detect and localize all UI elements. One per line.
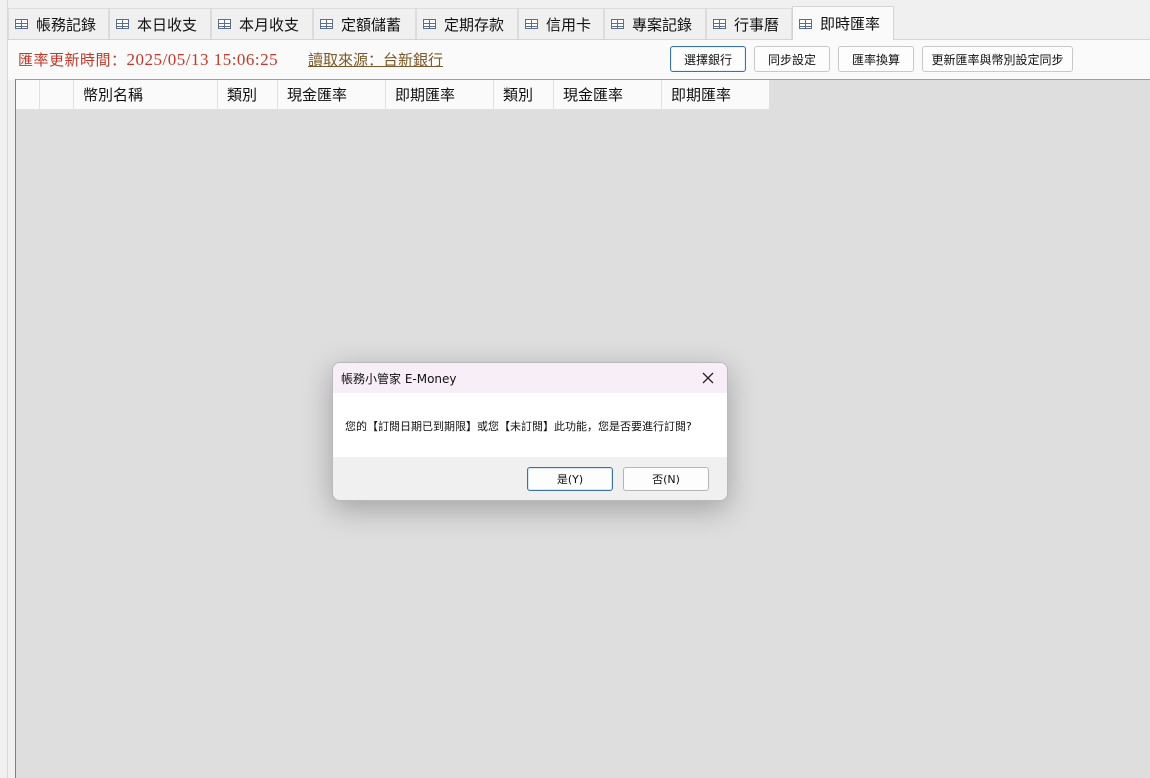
table-icon: [218, 19, 231, 29]
dialog-title-bar[interactable]: 帳務小管家 E-Money: [333, 363, 727, 393]
table-icon: [423, 19, 436, 29]
grid-header-spot-rate-2[interactable]: 即期匯率: [662, 80, 770, 110]
table-icon: [525, 19, 538, 29]
tab-label: 即時匯率: [820, 15, 881, 33]
tab-time-deposit[interactable]: 定期存款: [416, 8, 518, 39]
rate-update-label: 匯率更新時間：: [18, 51, 127, 69]
tab-fixed-savings[interactable]: 定額儲蓄: [313, 8, 416, 39]
table-icon: [320, 19, 333, 29]
no-button[interactable]: 否(N): [623, 467, 709, 491]
table-icon: [611, 19, 624, 29]
grid-header-spot-rate[interactable]: 即期匯率: [386, 80, 494, 110]
grid-header-cash-rate[interactable]: 現金匯率: [278, 80, 386, 110]
tab-label: 信用卡: [546, 15, 592, 34]
rate-update-time: 匯率更新時間：2025/05/13 15:06:25: [18, 49, 278, 70]
tab-label: 本日收支: [137, 15, 198, 34]
tab-month-income-expense[interactable]: 本月收支: [211, 8, 313, 39]
grid-header-type[interactable]: 類別: [218, 80, 278, 110]
dialog-title: 帳務小管家 E-Money: [341, 372, 457, 386]
tab-label: 行事曆: [734, 15, 780, 34]
rate-source-link[interactable]: 讀取來源：台新銀行: [308, 49, 443, 70]
window-left-border: [0, 0, 8, 778]
grid-header-currency-name[interactable]: 幣別名稱: [74, 80, 218, 110]
tab-label: 定期存款: [444, 15, 505, 34]
subscription-dialog: 帳務小管家 E-Money 您的【訂閱日期已到期限】或您【未訂閱】此功能，您是否…: [332, 362, 728, 501]
dialog-body: 您的【訂閱日期已到期限】或您【未訂閱】此功能，您是否要進行訂閱?: [333, 393, 727, 457]
table-icon: [799, 18, 812, 29]
rate-toolbar: 匯率更新時間：2025/05/13 15:06:25 讀取來源：台新銀行 選擇銀…: [8, 39, 1150, 80]
sync-settings-button[interactable]: 同步設定: [754, 46, 830, 72]
dialog-message: 您的【訂閱日期已到期限】或您【未訂閱】此功能，您是否要進行訂閱?: [345, 420, 692, 433]
yes-button[interactable]: 是(Y): [527, 467, 613, 491]
table-icon: [116, 19, 129, 29]
tab-label: 帳務記錄: [36, 15, 97, 34]
tab-label: 本月收支: [239, 15, 300, 34]
table-icon: [15, 19, 28, 29]
dialog-footer: 是(Y) 否(N): [333, 457, 727, 500]
tab-label: 定額儲蓄: [341, 15, 402, 34]
tab-label: 專案記錄: [632, 15, 693, 34]
grid-header-row-selector[interactable]: [16, 80, 40, 110]
tab-bar: 帳務記錄 本日收支 本月收支 定額儲蓄 定期存款 信用卡 專案記錄 行事曆 即時…: [8, 6, 1150, 40]
tab-calendar[interactable]: 行事曆: [706, 8, 792, 39]
grid-header-row: 幣別名稱 類別 現金匯率 即期匯率 類別 現金匯率 即期匯率: [16, 80, 770, 110]
tab-accounting-records[interactable]: 帳務記錄: [8, 8, 109, 39]
select-bank-button[interactable]: 選擇銀行: [670, 46, 746, 72]
tab-realtime-exchange-rate[interactable]: 即時匯率: [792, 6, 894, 40]
tab-project-records[interactable]: 專案記錄: [604, 8, 706, 39]
update-rate-sync-button[interactable]: 更新匯率與幣別設定同步: [922, 46, 1073, 72]
grid-header-flag[interactable]: [40, 80, 74, 110]
grid-header-cash-rate-2[interactable]: 現金匯率: [554, 80, 662, 110]
tab-credit-card[interactable]: 信用卡: [518, 8, 604, 39]
close-icon[interactable]: [697, 367, 719, 389]
rate-update-value: 2025/05/13 15:06:25: [126, 50, 279, 69]
grid-header-type-2[interactable]: 類別: [494, 80, 554, 110]
tab-today-income-expense[interactable]: 本日收支: [109, 8, 211, 39]
table-icon: [713, 19, 726, 29]
rate-convert-button[interactable]: 匯率換算: [838, 46, 914, 72]
